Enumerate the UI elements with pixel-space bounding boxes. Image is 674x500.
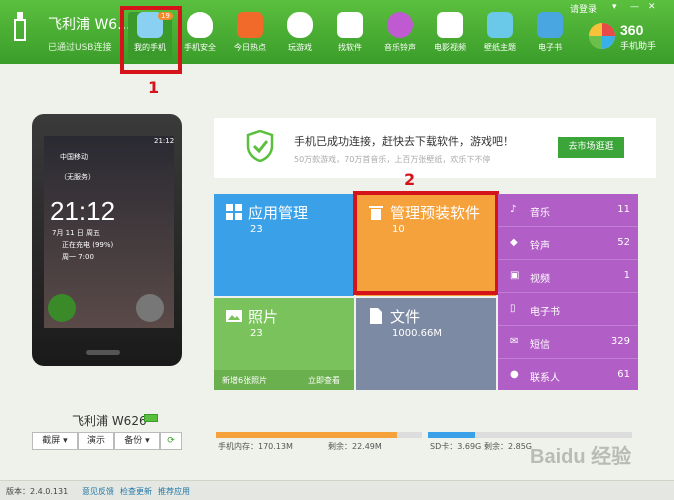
- media-item-music[interactable]: ♪ 音乐 11: [498, 194, 638, 227]
- phone-memory-fill: [216, 432, 398, 438]
- phone-charging: 正在充电 (99%): [62, 241, 114, 249]
- nav-games[interactable]: 玩游戏: [278, 12, 322, 60]
- recommend-link[interactable]: 推荐应用: [158, 486, 190, 497]
- svg-text:360: 360: [620, 22, 644, 38]
- photos-count: 23: [250, 328, 263, 339]
- nav-music[interactable]: 音乐铃声: [378, 12, 422, 60]
- ebook-icon: ▯: [510, 303, 516, 314]
- media-item-contacts[interactable]: ● 联系人 61: [498, 359, 638, 392]
- highlight-box-2: [353, 191, 499, 295]
- gamepad-icon: [287, 12, 313, 38]
- step-number-2: 2: [404, 170, 416, 189]
- device-name[interactable]: 飞利浦 W6...: [48, 14, 131, 34]
- feedback-link[interactable]: 意见反馈: [82, 486, 114, 497]
- sd-card-free: 剩余：2.85G: [484, 442, 533, 451]
- envelope-icon: ✉: [510, 336, 519, 347]
- phone-service: （无服务）: [60, 173, 95, 181]
- media-item-sms[interactable]: ✉ 短信 329: [498, 326, 638, 359]
- files-title: 文件: [390, 308, 421, 326]
- refresh-icon[interactable]: ⟳: [160, 432, 182, 450]
- nav-video[interactable]: 电影视频: [428, 12, 472, 60]
- backup-button[interactable]: 备份 ▾: [114, 432, 160, 450]
- photos-tile[interactable]: 照片 23 新增6张照片 立即查看: [214, 298, 354, 390]
- phone-date: 7月 11 日 周五: [52, 229, 101, 237]
- wallpaper-icon: [487, 12, 513, 38]
- go-market-button[interactable]: 去市场逛逛: [558, 137, 624, 158]
- version-text: 版本：2.4.0.131: [6, 487, 69, 496]
- sound-icon: [136, 294, 164, 322]
- phone-status-time: 21:12: [154, 137, 175, 145]
- connection-status: 已通过USB连接: [48, 43, 112, 53]
- step-number-1: 1: [148, 78, 160, 97]
- watermark: Baidu 经验: [530, 446, 632, 468]
- music-icon: [387, 12, 413, 38]
- store-icon: [337, 12, 363, 38]
- phone-memory-label: 手机内存：170.13M: [218, 442, 293, 451]
- nav-ebook[interactable]: 电子书: [528, 12, 572, 60]
- battery-icon: [144, 414, 158, 422]
- book-icon: [537, 12, 563, 38]
- svg-text:手机助手: 手机助手: [620, 40, 656, 52]
- phone-memory-free: 剩余：22.49M: [328, 442, 382, 451]
- photos-view-link[interactable]: 立即查看: [308, 375, 340, 386]
- usb-icon: [14, 12, 26, 41]
- grid-icon: [226, 204, 242, 220]
- music-note-icon: ♪: [510, 204, 517, 215]
- media-item-ringtone[interactable]: ◆ 铃声 52: [498, 227, 638, 260]
- brand-logo: 360 手机助手: [589, 22, 656, 52]
- person-icon: ●: [510, 369, 519, 380]
- app-manage-count: 23: [250, 224, 263, 235]
- files-size: 1000.66M: [392, 328, 442, 339]
- photos-title: 照片: [248, 308, 279, 326]
- nav-security[interactable]: 手机安全: [178, 12, 222, 60]
- app-manage-title: 应用管理: [248, 204, 309, 222]
- photo-icon: [226, 310, 242, 322]
- present-button[interactable]: 演示: [78, 432, 114, 450]
- status-bar: 版本：2.4.0.131 意见反馈 检查更新 推荐应用: [0, 480, 674, 500]
- nav-hot-today[interactable]: 今日热点: [228, 12, 272, 60]
- nav-wallpaper[interactable]: 壁纸主题: [478, 12, 522, 60]
- film-icon: [437, 12, 463, 38]
- phone-alarm: 周一 7:00: [62, 253, 94, 261]
- media-item-video[interactable]: ▣ 视频 1: [498, 260, 638, 293]
- video-icon: ▣: [510, 270, 520, 281]
- login-link[interactable]: 请登录: [570, 2, 597, 15]
- media-item-ebook[interactable]: ▯ 电子书: [498, 293, 638, 326]
- minimize-icon[interactable]: ▾: [612, 2, 617, 12]
- check-update-link[interactable]: 检查更新: [120, 486, 152, 497]
- highlight-box-1: [120, 6, 182, 74]
- phone-carrier: 中国移动: [60, 153, 88, 161]
- unlock-icon: [48, 294, 76, 322]
- screenshot-button[interactable]: 截屏 ▾: [32, 432, 78, 450]
- app-manage-tile[interactable]: 应用管理 23: [214, 194, 354, 296]
- shield-icon: [187, 12, 213, 38]
- phone-clock: 21:12: [50, 196, 116, 226]
- close-icon[interactable]: ✕: [648, 2, 656, 12]
- restore-icon[interactable]: —: [630, 2, 639, 12]
- sd-card-label: SD卡：3.69G: [430, 442, 482, 451]
- files-tile[interactable]: 文件 1000.66M: [356, 298, 496, 390]
- photos-new: 新增6张照片: [222, 376, 268, 385]
- file-icon: [370, 308, 382, 324]
- sd-card-fill: [428, 432, 475, 438]
- shield-check-icon: [246, 130, 274, 162]
- banner-title: 手机已成功连接，赶快去下载软件，游戏吧！: [294, 135, 514, 148]
- bell-icon: ◆: [510, 237, 518, 248]
- home-key: [86, 350, 120, 355]
- banner-subtitle: 50万款游戏，70万首音乐，上百万张壁纸，欢乐下不停: [294, 155, 491, 164]
- star-icon: [237, 12, 263, 38]
- phone-model: 飞利浦 W626: [72, 414, 147, 428]
- nav-software[interactable]: 找软件: [328, 12, 372, 60]
